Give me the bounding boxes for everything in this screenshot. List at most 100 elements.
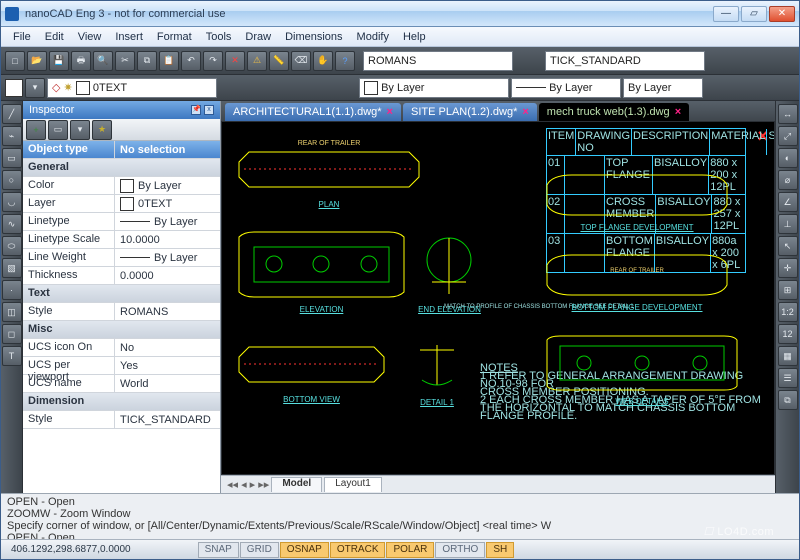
line-tool-icon[interactable]: ╱ — [2, 104, 22, 124]
menu-draw[interactable]: Draw — [239, 29, 277, 45]
cancel-icon[interactable]: ✕ — [225, 51, 245, 71]
row-ltscale[interactable]: Linetype Scale10.0000 — [23, 231, 220, 249]
help-icon[interactable]: ? — [335, 51, 355, 71]
panel-close-icon[interactable]: x — [204, 105, 214, 115]
color-dropdown-icon[interactable]: ▾ — [25, 78, 45, 98]
region-tool-icon[interactable]: ◻ — [2, 324, 22, 344]
tab-site-plan[interactable]: SITE PLAN(1.2).dwg*× — [403, 103, 537, 121]
paste-icon[interactable]: 📋 — [159, 51, 179, 71]
scale-icon[interactable]: 12 — [778, 324, 798, 344]
row-ucs-viewport[interactable]: UCS per viewportYes — [23, 357, 220, 375]
point-tool-icon[interactable]: · — [2, 280, 22, 300]
row-thickness[interactable]: Thickness0.0000 — [23, 267, 220, 285]
tab-mech-truck[interactable]: mech truck web(1.3).dwg× — [539, 103, 689, 121]
leader-icon[interactable]: ↖ — [778, 236, 798, 256]
copy-icon[interactable]: ⧉ — [137, 51, 157, 71]
command-window[interactable]: OPEN - Open ZOOMW - Zoom Window Specify … — [1, 493, 799, 539]
save-icon[interactable]: 💾 — [49, 51, 69, 71]
color-bylayer-field[interactable]: By Layer — [359, 78, 509, 98]
ellipse-tool-icon[interactable]: ⬭ — [2, 236, 22, 256]
layers-icon[interactable]: ☰ — [778, 368, 798, 388]
plan-rear-label: REAR OF TRAILER — [298, 140, 361, 147]
tab-architectural[interactable]: ARCHITECTURAL1(1.1).dwg*× — [225, 103, 401, 121]
close-icon[interactable]: × — [675, 106, 681, 118]
snap-toggle[interactable]: SNAP — [198, 542, 239, 558]
sh-toggle[interactable]: SH — [486, 542, 514, 558]
measure-icon[interactable]: 📏 — [269, 51, 289, 71]
row-lineweight[interactable]: Line WeightBy Layer — [23, 249, 220, 267]
menu-edit[interactable]: Edit — [39, 29, 70, 45]
row-ucs-icon-on[interactable]: UCS icon OnNo — [23, 339, 220, 357]
menu-tools[interactable]: Tools — [200, 29, 238, 45]
maximize-button[interactable]: ▱ — [741, 6, 767, 22]
sheet-tab-layout1[interactable]: Layout1 — [324, 477, 382, 492]
polyline-tool-icon[interactable]: ⌁ — [2, 126, 22, 146]
cut-icon[interactable]: ✂ — [115, 51, 135, 71]
menu-dimensions[interactable]: Dimensions — [279, 29, 348, 45]
dim-angular-icon[interactable]: ∠ — [778, 192, 798, 212]
xref-icon[interactable]: ⧉ — [778, 390, 798, 410]
xy-coord-icon[interactable]: 1:2 — [778, 302, 798, 322]
text-style-field[interactable]: ROMANS — [363, 51, 513, 71]
rect-tool-icon[interactable]: ▭ — [2, 148, 22, 168]
menu-help[interactable]: Help — [397, 29, 432, 45]
dim-diameter-icon[interactable]: ⌀ — [778, 170, 798, 190]
arc-tool-icon[interactable]: ◡ — [2, 192, 22, 212]
block-tool-icon[interactable]: ◫ — [2, 302, 22, 322]
print-icon[interactable]: 🖶 — [71, 51, 91, 71]
hatch-tool-icon[interactable]: ▧ — [2, 258, 22, 278]
preview-icon[interactable]: 🔍 — [93, 51, 113, 71]
menu-file[interactable]: File — [7, 29, 37, 45]
new-file-icon[interactable]: □ — [5, 51, 25, 71]
pan-icon[interactable]: ✋ — [313, 51, 333, 71]
dim-radius-icon[interactable]: ◐ — [778, 148, 798, 168]
row-dim-style[interactable]: StyleTICK_STANDARD — [23, 411, 220, 429]
menu-format[interactable]: Format — [151, 29, 198, 45]
insp-filter-icon[interactable]: ▾ — [70, 120, 90, 140]
layer-dropdown[interactable]: ◇ ✷ 0TEXT — [47, 78, 217, 98]
menu-insert[interactable]: Insert — [109, 29, 149, 45]
erase-icon[interactable]: ⌫ — [291, 51, 311, 71]
view-detail-1: DETAIL 1 — [412, 340, 462, 395]
dim-linear-icon[interactable]: ↔ — [778, 104, 798, 124]
linetype-bylayer-field[interactable]: By Layer — [511, 78, 621, 98]
undo-icon[interactable]: ↶ — [181, 51, 201, 71]
row-ucs-name[interactable]: UCS nameWorld — [23, 375, 220, 393]
spline-tool-icon[interactable]: ∿ — [2, 214, 22, 234]
modify-toolbar: ↔ ⤢ ◐ ⌀ ∠ ⊥ ↖ ✛ ⊞ 1:2 12 ▦ ☰ ⧉ — [775, 101, 799, 493]
warn-icon[interactable]: ⚠ — [247, 51, 267, 71]
center-mark-icon[interactable]: ✛ — [778, 258, 798, 278]
row-text-style[interactable]: StyleROMANS — [23, 303, 220, 321]
insp-select-icon[interactable]: ▭ — [48, 120, 68, 140]
redo-icon[interactable]: ↷ — [203, 51, 223, 71]
menu-modify[interactable]: Modify — [351, 29, 395, 45]
dim-aligned-icon[interactable]: ⤢ — [778, 126, 798, 146]
lineweight-bylayer-field[interactable]: By Layer — [623, 78, 703, 98]
otrack-toggle[interactable]: OTRACK — [330, 542, 386, 558]
row-layer[interactable]: Layer0TEXT — [23, 195, 220, 213]
text-tool-icon[interactable]: T — [2, 346, 22, 366]
close-icon[interactable]: × — [522, 106, 528, 118]
grid-toggle[interactable]: GRID — [240, 542, 279, 558]
dim-ordinate-icon[interactable]: ⊥ — [778, 214, 798, 234]
row-color[interactable]: ColorBy Layer — [23, 177, 220, 195]
insp-add-icon[interactable]: + — [26, 120, 46, 140]
open-file-icon[interactable]: 📂 — [27, 51, 47, 71]
circle-tool-icon[interactable]: ○ — [2, 170, 22, 190]
polar-toggle[interactable]: POLAR — [386, 542, 434, 558]
insp-star-icon[interactable]: ★ — [92, 120, 112, 140]
window-close-button[interactable]: ✕ — [769, 6, 795, 22]
minimize-button[interactable]: — — [713, 6, 739, 22]
ortho-toggle[interactable]: ORTHO — [435, 542, 485, 558]
table-icon[interactable]: ▦ — [778, 346, 798, 366]
menu-view[interactable]: View — [72, 29, 108, 45]
current-color-swatch[interactable] — [5, 79, 23, 97]
sheet-tab-model[interactable]: Model — [271, 477, 322, 492]
tolerance-icon[interactable]: ⊞ — [778, 280, 798, 300]
close-icon[interactable]: × — [387, 106, 393, 118]
dim-style-field[interactable]: TICK_STANDARD — [545, 51, 705, 71]
row-linetype[interactable]: LinetypeBy Layer — [23, 213, 220, 231]
osnap-toggle[interactable]: OSNAP — [280, 542, 329, 558]
drawing-canvas[interactable]: × ITEM DRAWING NO DESCRIPTION MATERIAL S… — [221, 121, 775, 475]
panel-pin-icon[interactable]: 📌 — [191, 105, 201, 115]
